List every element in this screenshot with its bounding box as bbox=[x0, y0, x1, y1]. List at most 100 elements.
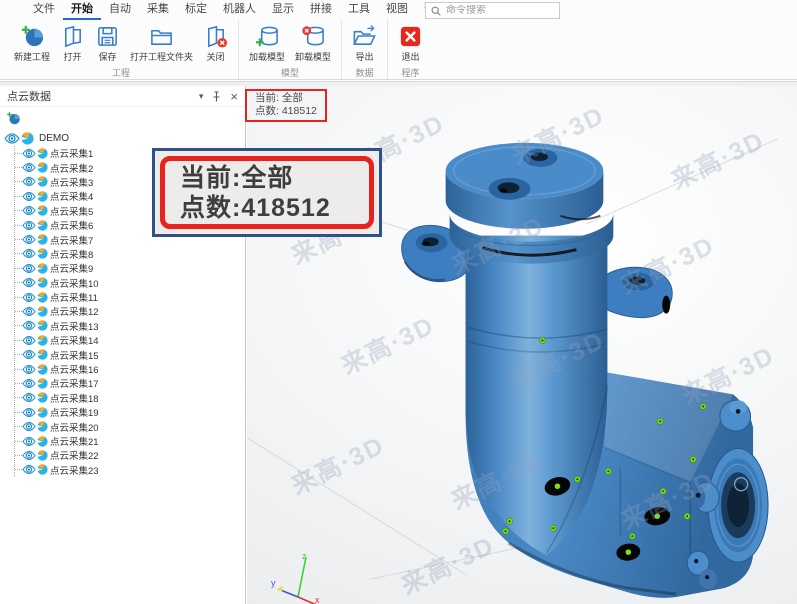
eye-icon[interactable] bbox=[22, 264, 36, 273]
command-search-box[interactable] bbox=[425, 2, 560, 19]
point-cloud-icon bbox=[37, 364, 48, 375]
menu-tab[interactable]: 视图 bbox=[378, 0, 416, 20]
eye-icon[interactable] bbox=[22, 278, 36, 287]
point-cloud-icon bbox=[37, 378, 48, 389]
eye-icon[interactable] bbox=[22, 451, 36, 460]
search-input[interactable] bbox=[446, 5, 554, 16]
tree-item[interactable]: 点云采集13 bbox=[15, 319, 245, 333]
point-cloud-icon bbox=[37, 392, 48, 403]
unload-model-button[interactable]: 卸载模型 bbox=[290, 23, 336, 64]
tree-item[interactable]: 点云采集21 bbox=[15, 434, 245, 448]
open-project-folder-button[interactable]: 打开工程文件夹 bbox=[125, 23, 198, 64]
eye-icon[interactable] bbox=[22, 465, 36, 474]
point-cloud-icon bbox=[37, 292, 48, 303]
menu-tab[interactable]: 标定 bbox=[177, 0, 215, 20]
search-icon bbox=[431, 6, 441, 16]
close-project-icon bbox=[203, 24, 228, 49]
ribbon-button-label: 新建工程 bbox=[14, 50, 50, 63]
menu-tab[interactable]: 拼接 bbox=[302, 0, 340, 20]
eye-icon[interactable] bbox=[22, 379, 36, 388]
point-cloud-icon bbox=[37, 436, 48, 447]
tree-root-item[interactable]: DEMO bbox=[4, 130, 245, 146]
menu-tab[interactable]: 机器人 bbox=[215, 0, 264, 20]
exit-button[interactable]: 退出 bbox=[393, 23, 428, 64]
tree-item-label: 点云采集20 bbox=[50, 420, 99, 434]
tree-connector bbox=[15, 196, 22, 197]
point-cloud-icon bbox=[37, 162, 48, 173]
info-box-line1: 当前: 全部 bbox=[255, 92, 317, 105]
eye-icon[interactable] bbox=[22, 422, 36, 431]
tree-item[interactable]: 点云采集16 bbox=[15, 362, 245, 376]
zoom-callout: 当前:全部 点数:418512 bbox=[152, 148, 382, 237]
tree-connector bbox=[15, 383, 22, 384]
tree-item-label: 点云采集21 bbox=[50, 434, 99, 448]
ribbon-button-label: 保存 bbox=[99, 50, 117, 63]
eye-icon[interactable] bbox=[22, 192, 36, 201]
tree-item-label: 点云采集8 bbox=[50, 247, 93, 261]
eye-icon[interactable] bbox=[22, 336, 36, 345]
tree-item[interactable]: 点云采集15 bbox=[15, 347, 245, 361]
eye-icon[interactable] bbox=[22, 293, 36, 302]
load-model-button[interactable]: 加载模型 bbox=[244, 23, 290, 64]
eye-icon[interactable] bbox=[22, 221, 36, 230]
eye-icon[interactable] bbox=[22, 437, 36, 446]
tree-connector bbox=[15, 253, 22, 254]
add-point-cloud-button[interactable] bbox=[6, 111, 22, 127]
tree-item[interactable]: 点云采集11 bbox=[15, 290, 245, 304]
ribbon-group: 加载模型卸载模型模型 bbox=[238, 20, 341, 79]
tree-item[interactable]: 点云采集8 bbox=[15, 247, 245, 261]
tree-item-label: 点云采集6 bbox=[50, 218, 93, 232]
point-cloud-icon bbox=[37, 450, 48, 461]
eye-icon[interactable] bbox=[22, 321, 36, 330]
tree-item[interactable]: 点云采集20 bbox=[15, 419, 245, 433]
tree-connector bbox=[15, 225, 22, 226]
close-icon[interactable]: × bbox=[230, 90, 238, 103]
ribbon-button-label: 加载模型 bbox=[249, 50, 285, 63]
menu-tab[interactable]: 开始 bbox=[63, 0, 101, 20]
eye-icon[interactable] bbox=[22, 307, 36, 316]
menu-tab[interactable]: 工具 bbox=[340, 0, 378, 20]
tree-item-label: 点云采集22 bbox=[50, 448, 99, 462]
eye-icon[interactable] bbox=[22, 365, 36, 374]
eye-icon[interactable] bbox=[22, 177, 36, 186]
eye-icon[interactable] bbox=[4, 133, 20, 144]
eye-icon[interactable] bbox=[22, 408, 36, 417]
chevron-down-icon[interactable]: ▾ bbox=[199, 92, 204, 101]
point-cloud-icon bbox=[37, 421, 48, 432]
save-button[interactable]: 保存 bbox=[90, 23, 125, 64]
tree-item[interactable]: 点云采集19 bbox=[15, 405, 245, 419]
menu-tab[interactable]: 采集 bbox=[139, 0, 177, 20]
close-project-button[interactable]: 关闭 bbox=[198, 23, 233, 64]
save-icon bbox=[95, 24, 120, 49]
menu-tab[interactable]: 文件 bbox=[25, 0, 63, 20]
eye-icon[interactable] bbox=[22, 350, 36, 359]
ribbon-group: 新建工程打开保存打开工程文件夹关闭工程 bbox=[4, 20, 238, 79]
eye-icon[interactable] bbox=[22, 393, 36, 402]
tree-item-label: 点云采集13 bbox=[50, 319, 99, 333]
tree-item[interactable]: 点云采集22 bbox=[15, 448, 245, 462]
eye-icon[interactable] bbox=[22, 249, 36, 258]
tree-item[interactable]: 点云采集12 bbox=[15, 304, 245, 318]
new-project-button[interactable]: 新建工程 bbox=[9, 23, 55, 64]
tree-item[interactable]: 点云采集23 bbox=[15, 463, 245, 477]
pin-icon[interactable] bbox=[212, 91, 221, 102]
tree-item[interactable]: 点云采集14 bbox=[15, 333, 245, 347]
eye-icon[interactable] bbox=[22, 149, 36, 158]
axis-triad: z y x bbox=[269, 550, 333, 604]
tree-connector bbox=[15, 153, 22, 154]
tree-item[interactable]: 点云采集18 bbox=[15, 391, 245, 405]
menu-tab[interactable]: 显示 bbox=[264, 0, 302, 20]
tree-item[interactable]: 点云采集17 bbox=[15, 376, 245, 390]
eye-icon[interactable] bbox=[22, 206, 36, 215]
open-button[interactable]: 打开 bbox=[55, 23, 90, 64]
ribbon-group: 退出程序 bbox=[387, 20, 433, 79]
export-button[interactable]: 导出 bbox=[347, 23, 382, 64]
eye-icon[interactable] bbox=[22, 163, 36, 172]
point-cloud-icon bbox=[37, 176, 48, 187]
menu-tab[interactable]: 自动 bbox=[101, 0, 139, 20]
eye-icon[interactable] bbox=[22, 235, 36, 244]
tree-connector bbox=[15, 455, 22, 456]
tree-connector bbox=[15, 354, 22, 355]
tree-item[interactable]: 点云采集9 bbox=[15, 261, 245, 275]
tree-item[interactable]: 点云采集10 bbox=[15, 276, 245, 290]
